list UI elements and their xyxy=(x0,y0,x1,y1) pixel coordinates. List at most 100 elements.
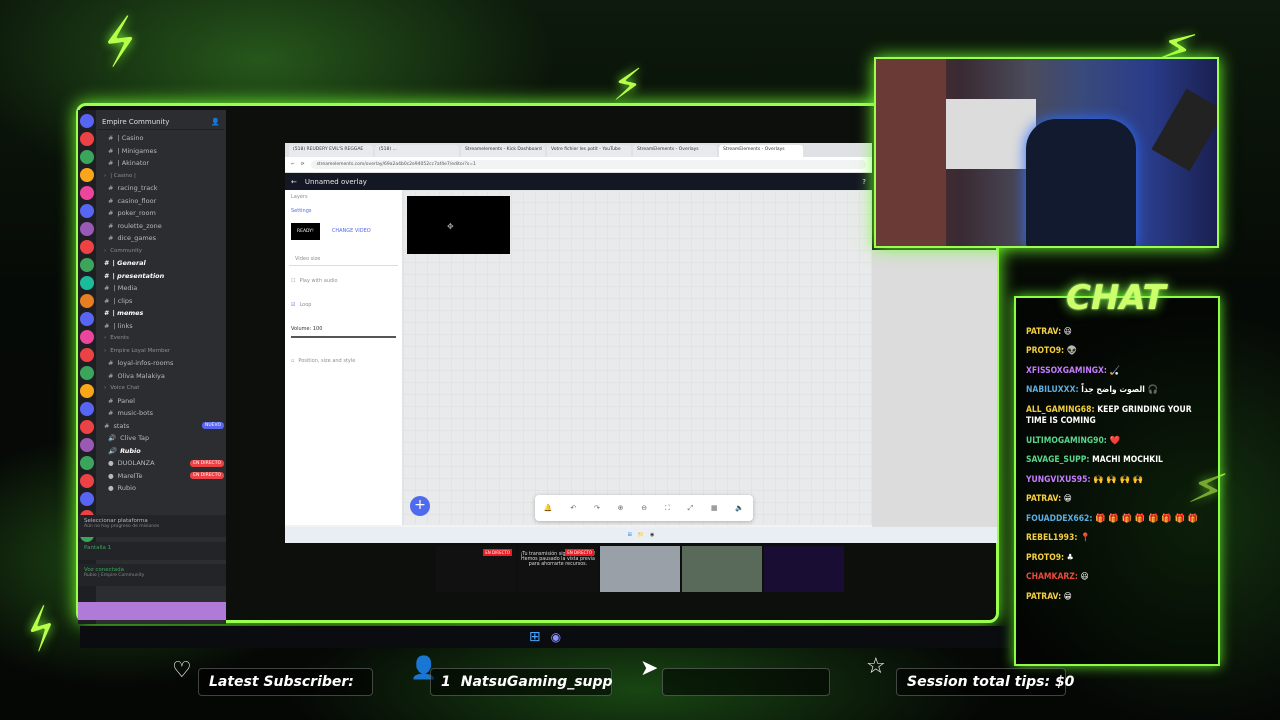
server-icon[interactable] xyxy=(80,204,94,218)
server-icon[interactable] xyxy=(80,222,94,236)
server-icon[interactable] xyxy=(80,366,94,380)
fullscreen-icon[interactable]: ⛶ xyxy=(665,504,670,513)
position-row[interactable]: ▫ Position, size and style xyxy=(285,354,402,368)
stream-thumbnail[interactable] xyxy=(682,546,762,592)
channel-item[interactable]: # | memes xyxy=(98,307,224,320)
server-icon[interactable] xyxy=(80,474,94,488)
server-icon[interactable] xyxy=(80,330,94,344)
channel-category[interactable]: › Voice Chat xyxy=(98,382,224,395)
server-icon[interactable] xyxy=(80,294,94,308)
server-icon[interactable] xyxy=(80,384,94,398)
browser-tab[interactable]: StreamElements - Overlays xyxy=(719,145,803,157)
video-widget[interactable]: ✥ xyxy=(407,196,510,254)
windows-icon[interactable]: ⊞ xyxy=(628,532,632,538)
channel-item[interactable]: 🔊 Clive Tap xyxy=(98,432,224,445)
channel-item[interactable]: # casino_floor xyxy=(98,195,224,208)
server-icon[interactable] xyxy=(80,240,94,254)
server-header[interactable]: Empire Community 👤 xyxy=(98,114,224,130)
user-icon[interactable]: 👤 xyxy=(211,118,220,126)
channel-category[interactable]: › Empire Loyal Member xyxy=(98,345,224,358)
channel-item[interactable]: # racing_track xyxy=(98,182,224,195)
browser-tab[interactable]: (518) REUDERY EVIL'S REGGAE xyxy=(289,145,373,157)
browser-tab[interactable]: Votre fichier les potit - YouTube xyxy=(547,145,631,157)
voice-user[interactable]: ● DUOLANZA EN DIRECTO xyxy=(98,457,224,470)
channel-label: Oliva Malakiya xyxy=(117,371,165,380)
channel-item[interactable]: # roulette_zone xyxy=(98,220,224,233)
channel-item[interactable]: 🔊 Rubio xyxy=(98,445,224,458)
move-icon[interactable]: ✥ xyxy=(447,222,454,231)
server-icon[interactable] xyxy=(80,168,94,182)
folder-icon[interactable]: 📁 xyxy=(638,532,644,538)
browser-tab[interactable]: (518) ... xyxy=(375,145,459,157)
stream-thumbnail[interactable]: EN DIRECTO xyxy=(436,546,516,592)
screen-share-panel[interactable]: Pantalla 1 xyxy=(78,542,226,560)
stream-thumbnail[interactable]: ¡Tu transmisión sigue en curso! Hemos pa… xyxy=(518,546,598,592)
grid-icon[interactable]: ▦ xyxy=(711,504,718,512)
server-icon[interactable] xyxy=(80,492,94,506)
server-icon[interactable] xyxy=(80,114,94,128)
play-audio-checkbox[interactable]: ☐ Play with audio xyxy=(285,274,402,288)
zoom-out-icon[interactable]: ⊖ xyxy=(641,504,647,512)
browser-tab[interactable]: StreamElements - Overlays xyxy=(633,145,717,157)
server-icon[interactable] xyxy=(80,420,94,434)
stream-thumbnail[interactable] xyxy=(764,546,844,592)
channel-category[interactable]: › Events xyxy=(98,332,224,345)
channel-item[interactable]: # | Akinator xyxy=(98,157,224,170)
layers-row[interactable]: Layers xyxy=(285,190,402,204)
voice-user[interactable]: ● MarelTe EN DIRECTO xyxy=(98,470,224,483)
channel-category[interactable]: › Community xyxy=(98,245,224,258)
channel-item[interactable]: # stats NUEVO xyxy=(98,420,224,433)
stream-thumbnail[interactable] xyxy=(600,546,680,592)
server-icon[interactable] xyxy=(80,402,94,416)
back-arrow-icon[interactable]: ← xyxy=(291,178,297,186)
channel-item[interactable]: # Panel xyxy=(98,395,224,408)
channel-category[interactable]: › | Casino | xyxy=(98,170,224,183)
channel-item[interactable]: # | General xyxy=(98,257,224,270)
server-icon[interactable] xyxy=(80,186,94,200)
loop-checkbox[interactable]: ☑ Loop xyxy=(285,298,402,312)
server-icon[interactable] xyxy=(80,132,94,146)
browser-tab[interactable]: Streamelements - Kick Dashboard xyxy=(461,145,545,157)
undo-icon[interactable]: ↶ xyxy=(570,504,576,512)
channel-item[interactable]: # | links xyxy=(98,320,224,333)
channel-item[interactable]: # | Media xyxy=(98,282,224,295)
server-icon[interactable] xyxy=(80,312,94,326)
volume-icon[interactable]: 🔈 xyxy=(735,504,744,512)
server-icon[interactable] xyxy=(80,348,94,362)
back-icon[interactable]: ← xyxy=(291,162,295,167)
overlay-canvas[interactable]: ✥ xyxy=(403,190,872,525)
channel-item[interactable]: # poker_room xyxy=(98,207,224,220)
redo-icon[interactable]: ↷ xyxy=(594,504,600,512)
channel-item[interactable]: # | presentation xyxy=(98,270,224,283)
voice-panel[interactable]: Voz conectada Rubio | Empire Community xyxy=(78,564,226,586)
change-video-button[interactable]: CHANGE VIDEO xyxy=(332,228,371,234)
server-icon[interactable] xyxy=(80,258,94,272)
settings-row[interactable]: Settings xyxy=(285,204,402,218)
channel-item[interactable]: # music-bots xyxy=(98,407,224,420)
channel-item[interactable]: # | Minigames xyxy=(98,145,224,158)
server-icon[interactable] xyxy=(80,456,94,470)
video-size-select[interactable]: Video size xyxy=(289,252,398,266)
reload-icon[interactable]: ⟳ xyxy=(301,162,305,167)
user-panel[interactable] xyxy=(78,602,226,620)
channel-item[interactable]: # loyal-infos-rooms xyxy=(98,357,224,370)
volume-slider[interactable] xyxy=(291,336,396,338)
channel-item[interactable]: # dice_games xyxy=(98,232,224,245)
channel-item[interactable]: # Oliva Malakiya xyxy=(98,370,224,383)
fit-icon[interactable]: ⤢ xyxy=(688,504,694,513)
url-input[interactable]: streamelements.com/overlay/69a2a4b0c2e94… xyxy=(310,160,866,169)
server-icon[interactable] xyxy=(80,276,94,290)
zoom-in-icon[interactable]: ⊕ xyxy=(618,504,624,512)
channel-item[interactable]: # | Casino xyxy=(98,132,224,145)
server-icon[interactable] xyxy=(80,150,94,164)
platform-panel[interactable]: Seleccionar plataforma Aún no hay progre… xyxy=(78,515,226,537)
discord-icon[interactable]: ◉ xyxy=(551,630,561,644)
add-widget-button[interactable]: + xyxy=(410,496,430,516)
channel-item[interactable]: # | clips xyxy=(98,295,224,308)
chrome-icon[interactable]: ◉ xyxy=(650,532,654,538)
windows-icon[interactable]: ⊞ xyxy=(529,629,541,645)
bell-icon[interactable]: 🔔 xyxy=(544,504,553,512)
voice-user[interactable]: ● Rubio xyxy=(98,482,224,495)
help-icon[interactable]: ? xyxy=(862,178,866,186)
server-icon[interactable] xyxy=(80,438,94,452)
